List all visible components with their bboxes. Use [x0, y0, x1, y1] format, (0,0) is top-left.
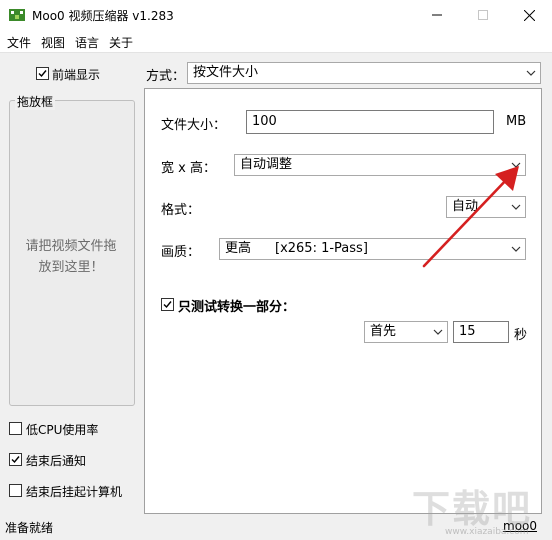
checkmark-icon [11, 456, 20, 464]
quality-label: 画质： [161, 245, 201, 260]
dimensions-label: 宽 x 高： [161, 161, 216, 176]
test-part-label: 只测试转换一部分： [178, 300, 296, 315]
mode-select[interactable]: 按文件大小 [187, 62, 541, 84]
file-size-label: 文件大小： [161, 118, 227, 133]
menu-view[interactable]: 视图 [41, 34, 65, 51]
menu-language[interactable]: 语言 [75, 34, 99, 51]
menu-file[interactable]: 文件 [7, 34, 31, 51]
annotation-arrow-icon [422, 166, 519, 268]
menu-about[interactable]: 关于 [109, 34, 133, 51]
chevron-down-icon [526, 70, 536, 76]
hibernate-after-checkbox[interactable] [9, 484, 22, 497]
watermark-url: www.xiazaiba.com [445, 527, 529, 537]
watermark-logo: 下载吧 [412, 487, 533, 531]
checkmark-icon [163, 301, 172, 309]
drop-zone-hint: 请把视频文件拖放到这里！ [25, 239, 117, 275]
test-seconds-unit: 秒 [514, 328, 528, 343]
minimize-button[interactable] [414, 0, 460, 30]
status-text: 准备就绪 [5, 521, 54, 535]
close-button[interactable] [506, 0, 552, 30]
file-size-input[interactable]: 100 [246, 110, 494, 134]
format-label: 格式： [161, 203, 201, 218]
low-cpu-checkbox[interactable] [9, 422, 22, 435]
dimensions-value: 自动调整 [240, 157, 293, 172]
app-icon [9, 9, 25, 21]
maximize-icon [478, 10, 488, 20]
test-position-value: 首先 [370, 324, 397, 339]
close-icon [523, 9, 535, 21]
checkmark-icon [38, 70, 47, 78]
test-seconds-input[interactable]: 15 [453, 321, 509, 343]
window-title: Moo0 视频压缩器 v1.283 [32, 9, 174, 23]
test-position-select[interactable]: 首先 [364, 321, 448, 343]
hibernate-after-label: 结束后挂起计算机 [26, 485, 123, 499]
test-part-checkbox[interactable] [161, 298, 174, 311]
quality-codec: [x265: 1-Pass] [275, 241, 368, 256]
always-on-top-label: 前端显示 [52, 68, 101, 82]
notify-after-label: 结束后通知 [26, 454, 87, 468]
file-size-unit: MB [506, 114, 527, 129]
low-cpu-label: 低CPU使用率 [26, 423, 99, 437]
mode-label: 方式： [146, 69, 186, 84]
notify-after-checkbox[interactable] [9, 453, 22, 466]
mode-value: 按文件大小 [193, 65, 259, 80]
chevron-down-icon [433, 329, 443, 335]
minimize-icon [432, 14, 442, 16]
maximize-button[interactable] [460, 0, 506, 30]
quality-value: 更高 [225, 241, 252, 256]
always-on-top-checkbox[interactable] [36, 67, 49, 80]
drop-zone-title: 拖放框 [15, 93, 56, 110]
